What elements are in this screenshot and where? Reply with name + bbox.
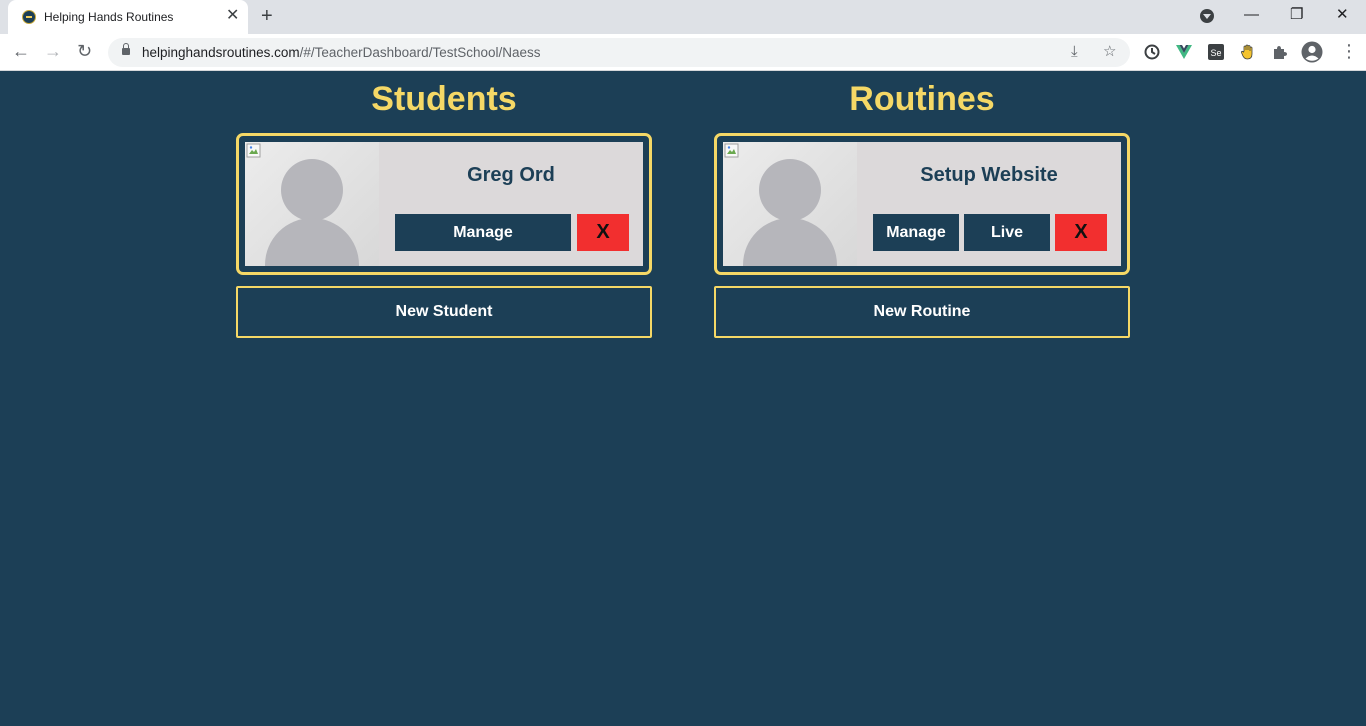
install-icon[interactable]: ⤓ <box>1071 44 1078 60</box>
tab-title: Helping Hands Routines <box>44 10 174 24</box>
browser-tabstrip: Helping Hands Routines ✕ + — ❐ ✕ <box>0 0 1366 34</box>
avatar-body <box>743 218 837 266</box>
routine-card-body: Setup Website Manage Live X <box>723 142 1121 266</box>
url-host: helpinghandsroutines.com <box>142 45 300 60</box>
restore-icon[interactable]: ❐ <box>1290 7 1303 23</box>
url-path: /#/TeacherDashboard/TestSchool/Naess <box>299 45 541 60</box>
students-heading: Students <box>371 80 517 118</box>
reload-icon[interactable]: ↻ <box>77 41 92 61</box>
browser-tab[interactable]: Helping Hands Routines ✕ <box>8 0 248 34</box>
student-avatar <box>245 142 379 266</box>
students-column: Students Greg Ord Manage X New Student <box>236 71 652 338</box>
selenium-extension-icon[interactable]: Se <box>1207 43 1225 61</box>
new-student-button[interactable]: New Student <box>236 286 652 338</box>
address-bar[interactable]: helpinghandsroutines.com/#/TeacherDashbo… <box>108 38 1130 67</box>
routine-card: Setup Website Manage Live X <box>714 133 1130 275</box>
forward-icon[interactable]: → <box>44 41 62 61</box>
extensions-puzzle-icon[interactable] <box>1271 43 1289 61</box>
avatar-head <box>281 159 343 221</box>
browser-menu-icon[interactable]: ⋮ <box>1340 41 1358 61</box>
routine-avatar <box>723 142 857 266</box>
live-routine-button[interactable]: Live <box>964 214 1050 251</box>
broken-image-icon <box>724 143 739 158</box>
extension-sync-icon[interactable] <box>1143 43 1161 61</box>
tab-close-icon[interactable]: ✕ <box>226 8 239 24</box>
manage-student-button[interactable]: Manage <box>395 214 571 251</box>
delete-student-button[interactable]: X <box>577 214 629 251</box>
avatar-body <box>265 218 359 266</box>
hand-extension-icon[interactable] <box>1239 43 1257 61</box>
favicon-icon <box>22 10 36 24</box>
vue-devtools-icon[interactable] <box>1175 43 1193 61</box>
student-card: Greg Ord Manage X <box>236 133 652 275</box>
new-tab-icon[interactable]: + <box>261 6 273 26</box>
lock-icon[interactable] <box>122 43 130 55</box>
tab-search-icon[interactable] <box>1200 9 1214 23</box>
bookmark-star-icon[interactable]: ☆ <box>1103 44 1116 60</box>
routine-name: Setup Website <box>920 164 1058 186</box>
broken-image-icon <box>246 143 261 158</box>
minimize-icon[interactable]: — <box>1244 7 1259 23</box>
routines-heading: Routines <box>849 80 995 118</box>
new-routine-button[interactable]: New Routine <box>714 286 1130 338</box>
browser-toolbar: ← → ↻ helpinghandsroutines.com/#/Teacher… <box>0 34 1366 71</box>
delete-routine-button[interactable]: X <box>1055 214 1107 251</box>
routines-column: Routines Setup Website Manage Live X New… <box>714 71 1130 338</box>
close-window-icon[interactable]: ✕ <box>1336 7 1349 23</box>
avatar-head <box>759 159 821 221</box>
profile-avatar-icon[interactable] <box>1301 41 1323 63</box>
manage-routine-button[interactable]: Manage <box>873 214 959 251</box>
url-text[interactable]: helpinghandsroutines.com/#/TeacherDashbo… <box>142 45 541 60</box>
student-card-body: Greg Ord Manage X <box>245 142 643 266</box>
student-name: Greg Ord <box>467 164 555 186</box>
back-icon[interactable]: ← <box>12 41 30 61</box>
svg-text:Se: Se <box>1210 48 1221 58</box>
